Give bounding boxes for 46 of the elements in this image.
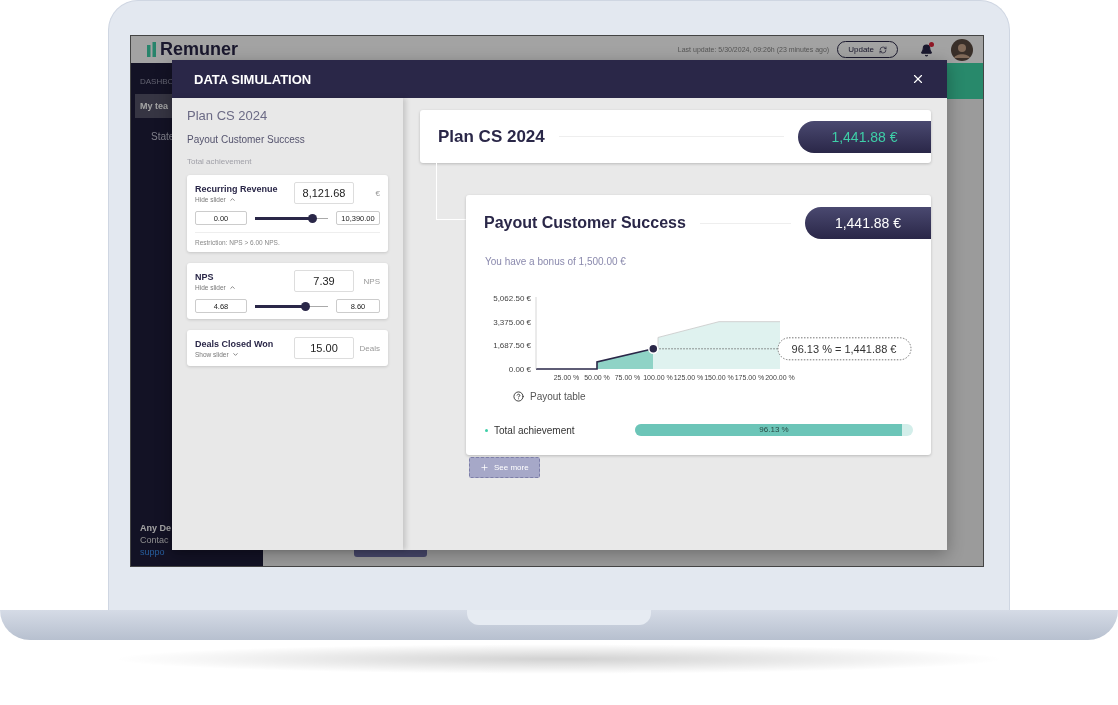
y-tick-label: 5,062.50 €	[493, 294, 531, 303]
variable-name: Deals Closed Won	[195, 338, 275, 349]
value-field[interactable]: 7.39	[294, 270, 354, 292]
achievement-label: Total achievement	[494, 424, 576, 436]
slider-thumb[interactable]	[301, 301, 311, 311]
value-field[interactable]: 15.00	[294, 337, 354, 359]
help-icon[interactable]	[513, 391, 524, 402]
section-label: Total achievement	[187, 157, 253, 166]
refresh-icon	[879, 45, 887, 54]
close-icon[interactable]	[911, 72, 925, 86]
chevron-up-icon	[228, 195, 236, 203]
value-callout: 96.13 % = 1,441.88 €	[777, 337, 912, 361]
unit-label: NPS	[362, 276, 380, 286]
bell-icon[interactable]	[920, 43, 933, 56]
logo-text: Remuner	[160, 39, 239, 60]
logo-icon	[147, 42, 157, 57]
help-text: Contac	[140, 534, 170, 546]
modal-title: DATA SIMULATION	[194, 71, 312, 87]
amount-pill: 1,441.88 €	[805, 207, 931, 239]
annotation: 96.13 % = 1,441.88 €	[791, 342, 897, 355]
y-tick-label: 0.00 €	[508, 365, 531, 374]
current-point-marker	[648, 343, 659, 355]
plus-icon	[480, 463, 489, 472]
update-button[interactable]: Update	[837, 41, 898, 58]
payout-title: Payout Customer Success	[187, 134, 306, 145]
bullet-icon	[485, 428, 488, 432]
progress-reading: 96.13 %	[758, 425, 790, 434]
bonus-text: You have a bonus of 1,500.00 €	[485, 256, 626, 267]
amount-pill: 1,441.88 €	[798, 120, 931, 153]
payout-card-title: Payout Customer Success	[484, 214, 686, 232]
variable-name: NPS	[195, 271, 215, 282]
plan-title: Plan CS 2024	[187, 108, 269, 123]
help-title: Any De	[140, 522, 172, 534]
chevron-down-icon	[231, 350, 239, 358]
value-field[interactable]: 8,121.68	[294, 182, 354, 204]
avatar[interactable]	[951, 38, 973, 61]
sidebar-section-label: DASHBO	[140, 77, 174, 86]
y-tick-label: 3,375.00 €	[493, 317, 531, 327]
slider-thumb[interactable]	[307, 213, 317, 223]
unit-label: Deals	[358, 343, 380, 353]
payout-table-link[interactable]: Payout table	[530, 391, 586, 402]
chevron-up-icon	[228, 283, 236, 291]
y-tick-label: 1,687.50 €	[493, 341, 531, 351]
variable-name: Recurring Revenue	[195, 183, 279, 194]
plan-card-title: Plan CS 2024	[438, 126, 545, 147]
unit-label: €	[374, 188, 380, 198]
